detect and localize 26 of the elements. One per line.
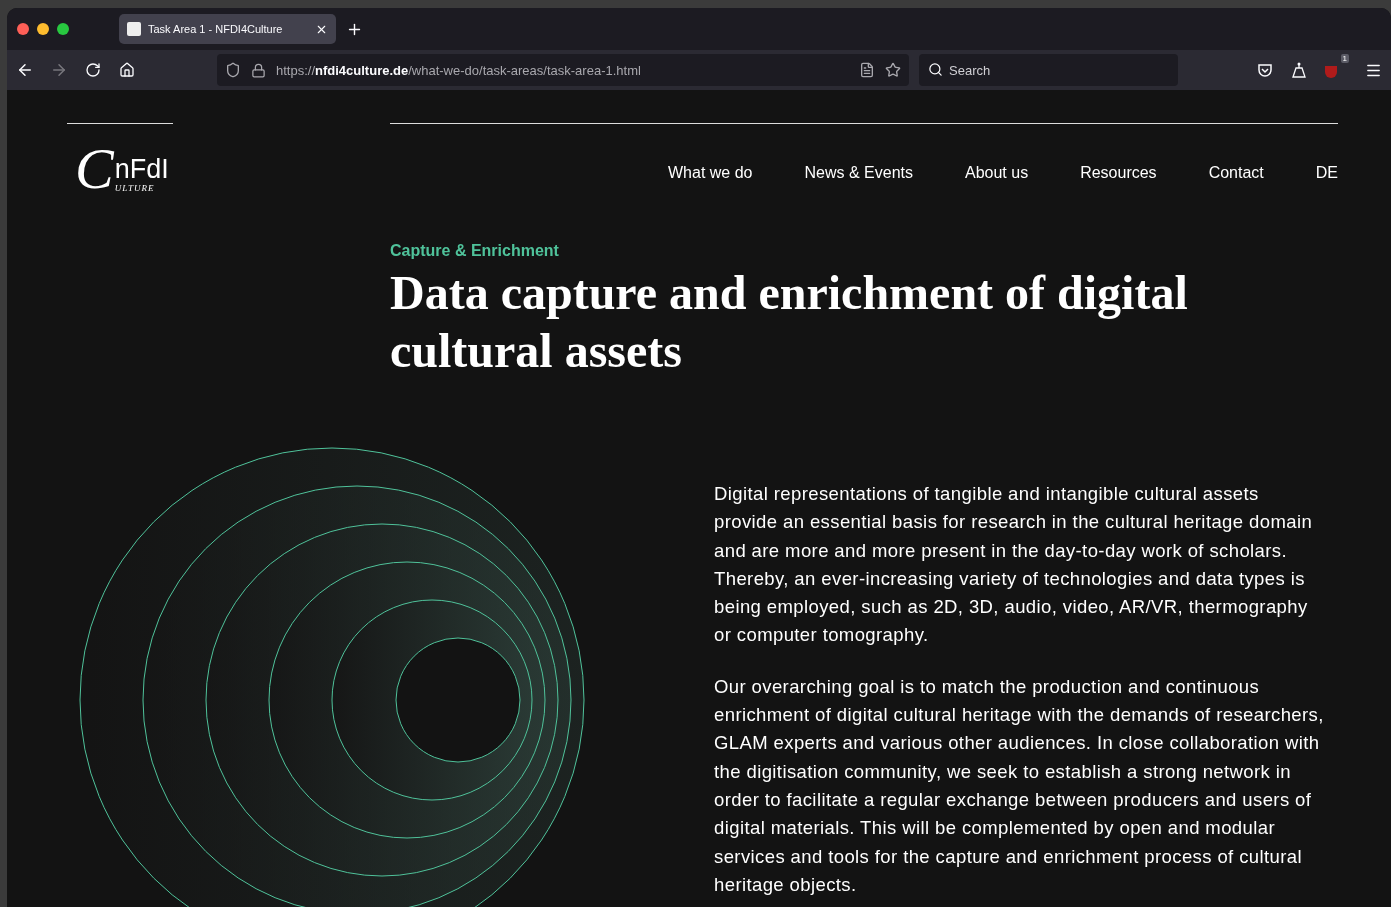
site-favicon xyxy=(127,22,141,36)
nav-link[interactable]: Contact xyxy=(1208,164,1264,198)
home-icon[interactable] xyxy=(117,60,137,80)
nav-link[interactable]: DE xyxy=(1315,164,1338,198)
minimize-window-icon[interactable] xyxy=(37,23,49,35)
page-title: Data capture and enrichment of digital cultural assets xyxy=(390,265,1189,379)
bookmark-star-icon[interactable] xyxy=(885,62,901,78)
category-label: Capture & Enrichment xyxy=(390,242,560,260)
search-field[interactable]: Search xyxy=(919,54,1178,86)
body-paragraph: Our overarching goal is to match the production and continuous enrichment of digital cultural heritage with the demands of researchers, GLAM experts and various other audiences. In close collaboration with the digitisation community, we seek to establish a strong network in order to facilitate a regular exchange between producers and users of digital materials. This will be complemented by open and modular services and tools for the capture and enrichment process of cultural heritage objects. xyxy=(714,674,1324,897)
nav-link[interactable]: What we do xyxy=(668,164,753,198)
lock-icon xyxy=(251,62,266,78)
browser-tab[interactable]: Task Area 1 - NFDI4Culture xyxy=(119,14,336,44)
body-paragraph: Digital representations of tangible and intangible cultural assets provide an essential basis for research in the cultural heritage domain and are more and more present in the day-to-day work of scholars. Thereby, an ever-increasing variety of technologies and data types is being employed, such as 2D, 3D, audio, video, AR/VR, thermography or computer tomography. xyxy=(714,482,1314,648)
reader-view-icon[interactable] xyxy=(859,62,875,78)
search-icon xyxy=(928,62,943,77)
address-bar[interactable]: https://nfdi4culture.de/what-we-do/task-areas/task-area-1.html xyxy=(217,54,909,86)
close-window-icon[interactable] xyxy=(17,23,29,35)
extension-icon[interactable] xyxy=(1289,60,1309,80)
nav-link[interactable]: Resources xyxy=(1080,164,1157,198)
nav-link[interactable]: News & Events xyxy=(804,164,913,198)
notification-count: 1 xyxy=(1340,54,1349,63)
shield-icon xyxy=(225,62,241,78)
maximize-window-icon[interactable] xyxy=(57,23,69,35)
nav-link[interactable]: About us xyxy=(965,164,1029,198)
reload-icon[interactable] xyxy=(83,60,103,80)
